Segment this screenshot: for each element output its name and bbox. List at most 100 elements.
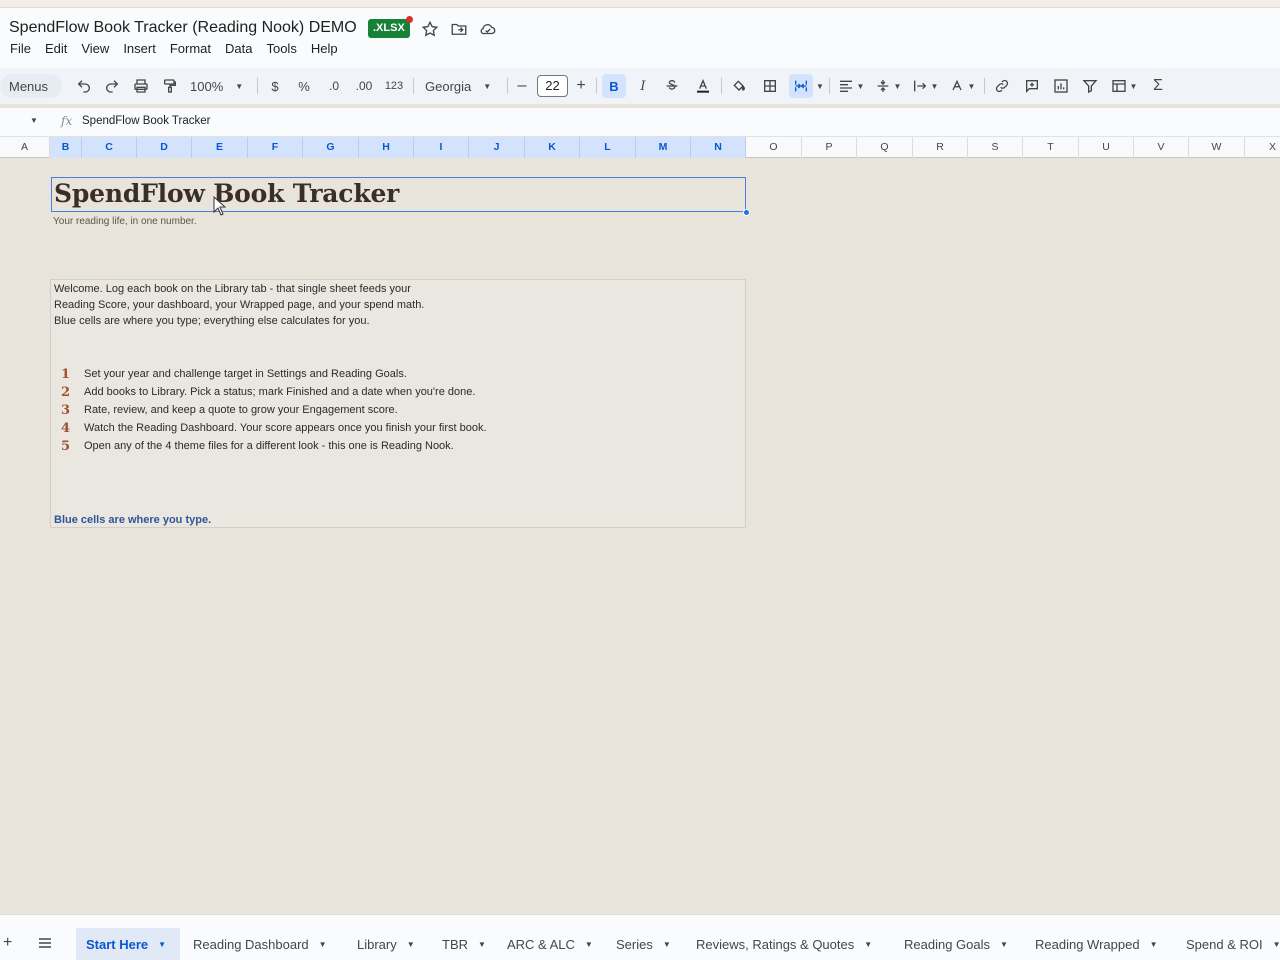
toolbar-divider	[507, 78, 508, 94]
sheet-grid[interactable]: SpendFlow Book Tracker Your reading life…	[0, 158, 1280, 912]
undo-icon[interactable]	[75, 74, 93, 98]
menu-help[interactable]: Help	[311, 41, 338, 56]
menu-data[interactable]: Data	[225, 41, 252, 56]
text-wrapping-icon[interactable]: ▼	[910, 74, 940, 98]
star-icon[interactable]	[421, 20, 439, 38]
selection-fill-handle[interactable]	[743, 209, 750, 216]
font-family-select[interactable]: Georgia ▼	[425, 74, 497, 98]
menu-file[interactable]: File	[10, 41, 31, 56]
tab-library[interactable]: Library ▼	[347, 928, 425, 960]
paint-format-icon[interactable]	[161, 74, 179, 98]
chevron-down-icon: ▼	[856, 81, 865, 91]
tab-reviews-ratings-quotes[interactable]: Reviews, Ratings & Quotes ▼	[686, 928, 882, 960]
column-headers: A B C D E F G H I J K L M N O P Q R S T …	[0, 136, 1280, 158]
formula-input[interactable]: SpendFlow Book Tracker	[82, 115, 210, 127]
column-header-t[interactable]: T	[1023, 137, 1079, 158]
menu-tools[interactable]: Tools	[266, 41, 296, 56]
filter-icon[interactable]	[1081, 74, 1099, 98]
font-size-decrease-button[interactable]: –	[515, 74, 529, 98]
italic-button[interactable]: I	[634, 74, 652, 98]
zoom-select[interactable]: 100% ▼	[190, 74, 248, 98]
horizontal-align-icon[interactable]: ▼	[836, 74, 866, 98]
column-header-m[interactable]: M	[636, 137, 691, 158]
font-size-input[interactable]: 22	[537, 75, 568, 97]
column-header-d[interactable]: D	[137, 137, 192, 158]
column-header-b[interactable]: B	[50, 137, 82, 158]
column-header-h[interactable]: H	[359, 137, 414, 158]
column-header-i[interactable]: I	[414, 137, 469, 158]
column-header-c[interactable]: C	[82, 137, 137, 158]
tab-spend-roi[interactable]: Spend & ROI ▼	[1176, 928, 1280, 960]
increase-decimal-button[interactable]: .00	[352, 74, 376, 98]
insert-comment-icon[interactable]	[1023, 74, 1041, 98]
bold-button[interactable]: B	[602, 74, 626, 98]
tab-arc-alc[interactable]: ARC & ALC ▼	[497, 928, 603, 960]
menu-insert[interactable]: Insert	[123, 41, 156, 56]
step-number-2: 2	[61, 385, 71, 400]
borders-icon[interactable]	[761, 74, 779, 98]
column-header-a[interactable]: A	[0, 137, 50, 158]
merge-cells-icon[interactable]	[789, 74, 813, 98]
column-header-k[interactable]: K	[525, 137, 580, 158]
tab-tbr[interactable]: TBR ▼	[432, 928, 496, 960]
column-header-w[interactable]: W	[1189, 137, 1245, 158]
column-header-g[interactable]: G	[303, 137, 359, 158]
merge-options-chevron-icon[interactable]: ▼	[815, 74, 825, 98]
column-header-p[interactable]: P	[802, 137, 857, 158]
tab-label: Reviews, Ratings & Quotes	[696, 937, 855, 952]
number-format-button[interactable]: 123	[384, 74, 404, 98]
column-header-x[interactable]: X	[1245, 137, 1280, 158]
font-size-increase-button[interactable]: +	[574, 74, 588, 98]
step-number-1: 1	[61, 367, 71, 382]
redo-icon[interactable]	[103, 74, 121, 98]
text-color-icon[interactable]	[692, 74, 714, 98]
column-header-u[interactable]: U	[1079, 137, 1134, 158]
file-format-badge[interactable]: .XLSX	[368, 16, 413, 38]
move-folder-icon[interactable]	[450, 20, 468, 38]
percent-label: %	[298, 78, 310, 94]
decrease-decimal-button[interactable]: .0	[323, 74, 345, 98]
add-sheet-icon[interactable]: +	[3, 934, 12, 952]
step-text-3: Rate, review, and keep a quote to grow y…	[84, 404, 398, 416]
menus-button[interactable]: Menus	[0, 74, 62, 98]
column-header-f[interactable]: F	[248, 137, 303, 158]
bold-label: B	[609, 78, 619, 94]
step-text-2: Add books to Library. Pick a status; mar…	[84, 386, 476, 398]
column-header-n[interactable]: N	[691, 137, 746, 158]
insert-chart-icon[interactable]	[1052, 74, 1070, 98]
tab-reading-dashboard[interactable]: Reading Dashboard ▼	[183, 928, 337, 960]
menu-edit[interactable]: Edit	[45, 41, 67, 56]
tab-reading-goals[interactable]: Reading Goals ▼	[894, 928, 1018, 960]
welcome-line-3: Blue cells are where you type; everythin…	[54, 315, 370, 327]
chevron-down-icon: ▼	[930, 81, 939, 91]
all-sheets-icon[interactable]	[38, 936, 52, 954]
insert-link-icon[interactable]	[993, 74, 1011, 98]
text-rotation-icon[interactable]: ▼	[947, 74, 977, 98]
percent-format-button[interactable]: %	[296, 74, 312, 98]
menu-view[interactable]: View	[81, 41, 109, 56]
strikethrough-icon[interactable]	[663, 74, 681, 98]
tab-reading-wrapped[interactable]: Reading Wrapped ▼	[1025, 928, 1167, 960]
column-header-s[interactable]: S	[968, 137, 1023, 158]
title-cell-selected[interactable]: SpendFlow Book Tracker	[51, 177, 746, 212]
column-header-v[interactable]: V	[1134, 137, 1189, 158]
vertical-align-icon[interactable]: ▼	[873, 74, 903, 98]
filter-views-icon[interactable]: ▼	[1108, 74, 1140, 98]
column-header-o[interactable]: O	[746, 137, 802, 158]
document-title[interactable]: SpendFlow Book Tracker (Reading Nook) DE…	[9, 19, 357, 37]
fill-color-icon[interactable]	[729, 74, 749, 98]
name-box-chevron-icon[interactable]: ▼	[30, 116, 38, 125]
functions-icon[interactable]: Σ	[1149, 74, 1167, 98]
tab-series[interactable]: Series ▼	[606, 928, 681, 960]
cloud-status-icon[interactable]	[479, 20, 497, 38]
menu-format[interactable]: Format	[170, 41, 211, 56]
column-header-r[interactable]: R	[913, 137, 968, 158]
tab-start-here[interactable]: Start Here ▼	[76, 928, 180, 960]
column-header-e[interactable]: E	[192, 137, 248, 158]
column-header-q[interactable]: Q	[857, 137, 913, 158]
currency-format-button[interactable]: $	[267, 74, 283, 98]
column-header-j[interactable]: J	[469, 137, 525, 158]
print-icon[interactable]	[132, 74, 150, 98]
column-header-l[interactable]: L	[580, 137, 636, 158]
tab-label: Library	[357, 937, 397, 952]
